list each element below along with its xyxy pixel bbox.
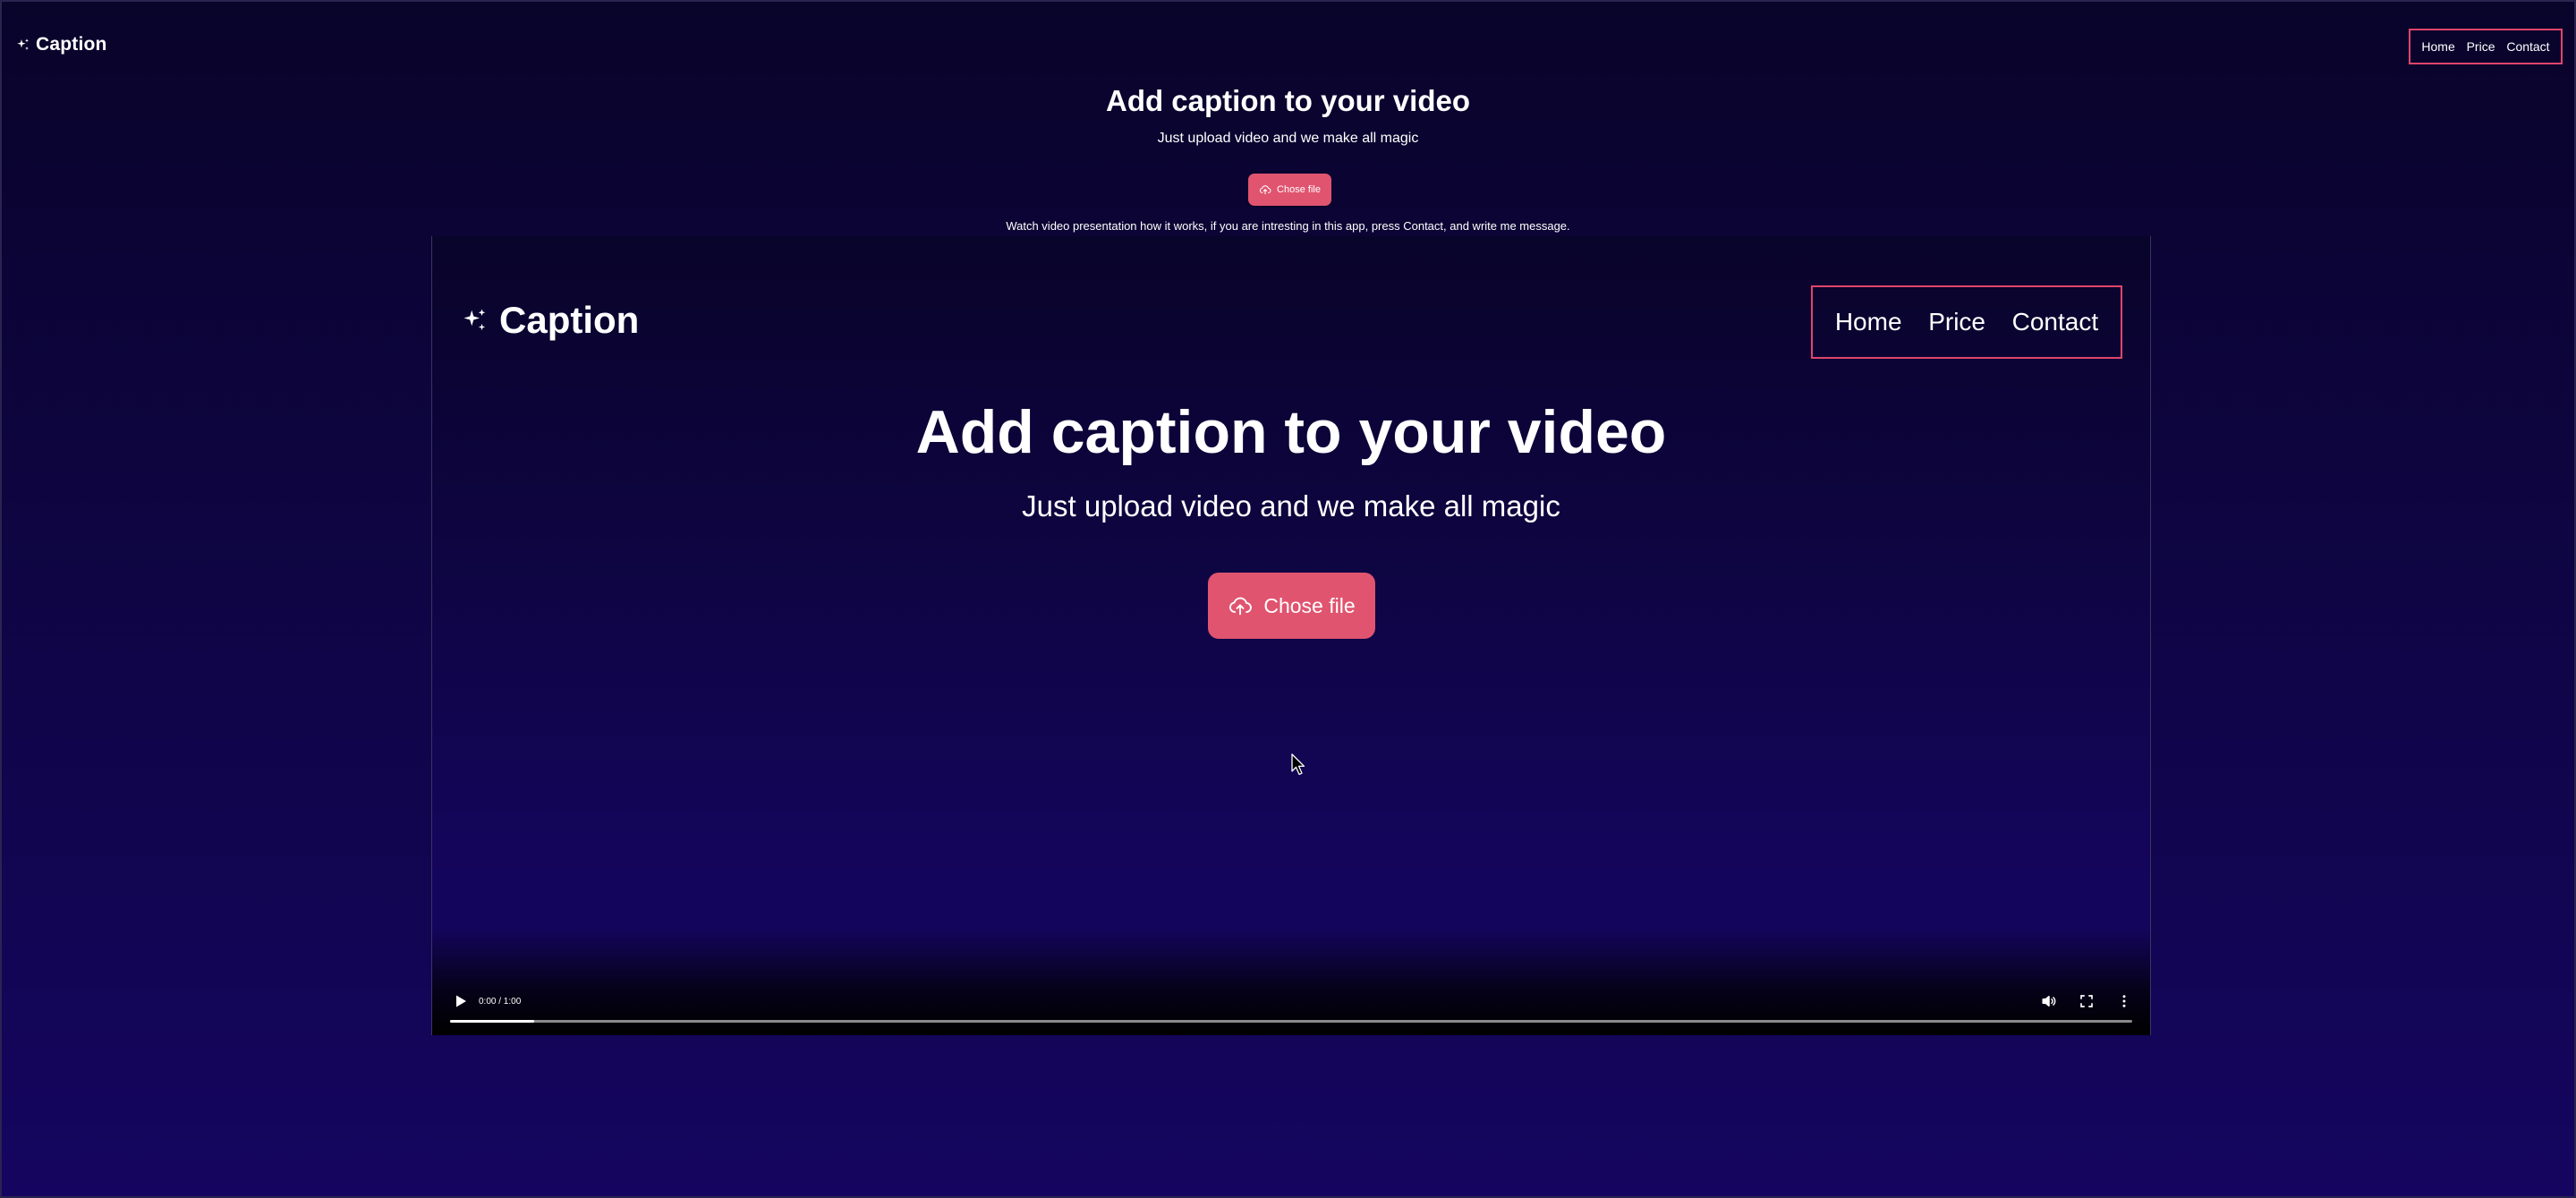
nav-contact[interactable]: Contact — [2506, 39, 2549, 54]
mouse-cursor-icon — [1291, 753, 1305, 776]
fullscreen-icon[interactable] — [2079, 993, 2095, 1009]
cloud-upload-icon — [1259, 185, 1271, 195]
choose-file-label: Chose file — [1277, 184, 1321, 195]
progress-bar[interactable] — [450, 1020, 2132, 1023]
video-nav-home: Home — [1834, 308, 1902, 336]
video-choose-file-label: Chose file — [1263, 593, 1356, 617]
volume-icon[interactable] — [2041, 993, 2057, 1009]
presentation-note: Watch video presentation how it works, i… — [1006, 219, 1570, 233]
time-display: 0:00 / 1:00 — [479, 997, 522, 1007]
logo-text: Caption — [36, 34, 107, 55]
page-subtitle: Just upload video and we make all magic — [1157, 131, 1419, 146]
video-controls: 0:00 / 1:00 — [432, 928, 2150, 1035]
video-choose-file-button: Chose file — [1208, 573, 1375, 639]
play-icon[interactable] — [454, 994, 468, 1008]
video-player[interactable]: Caption Home Price Contact Add caption t… — [431, 236, 2151, 1035]
nav-home[interactable]: Home — [2421, 39, 2454, 54]
video-subtitle: Just upload video and we make all magic — [1022, 489, 1560, 523]
video-nav-price: Price — [1928, 308, 1985, 336]
page-title: Add caption to your video — [1105, 84, 1470, 117]
sparkles-icon — [463, 309, 486, 331]
video-logo: Caption — [462, 299, 639, 342]
nav-price[interactable]: Price — [2467, 39, 2495, 54]
choose-file-button[interactable]: Chose file — [1248, 174, 1331, 206]
video-nav: Home Price Contact — [1811, 285, 2122, 359]
more-options-icon[interactable] — [2116, 993, 2132, 1009]
progress-fill — [450, 1020, 534, 1023]
video-title: Add caption to your video — [915, 398, 1667, 466]
sparkles-icon — [17, 38, 29, 50]
video-nav-contact: Contact — [2011, 308, 2099, 336]
logo[interactable]: Caption — [16, 34, 107, 55]
cloud-upload-icon — [1229, 597, 1253, 616]
main-nav: Home Price Contact — [2409, 29, 2563, 64]
video-logo-text: Caption — [499, 299, 640, 341]
